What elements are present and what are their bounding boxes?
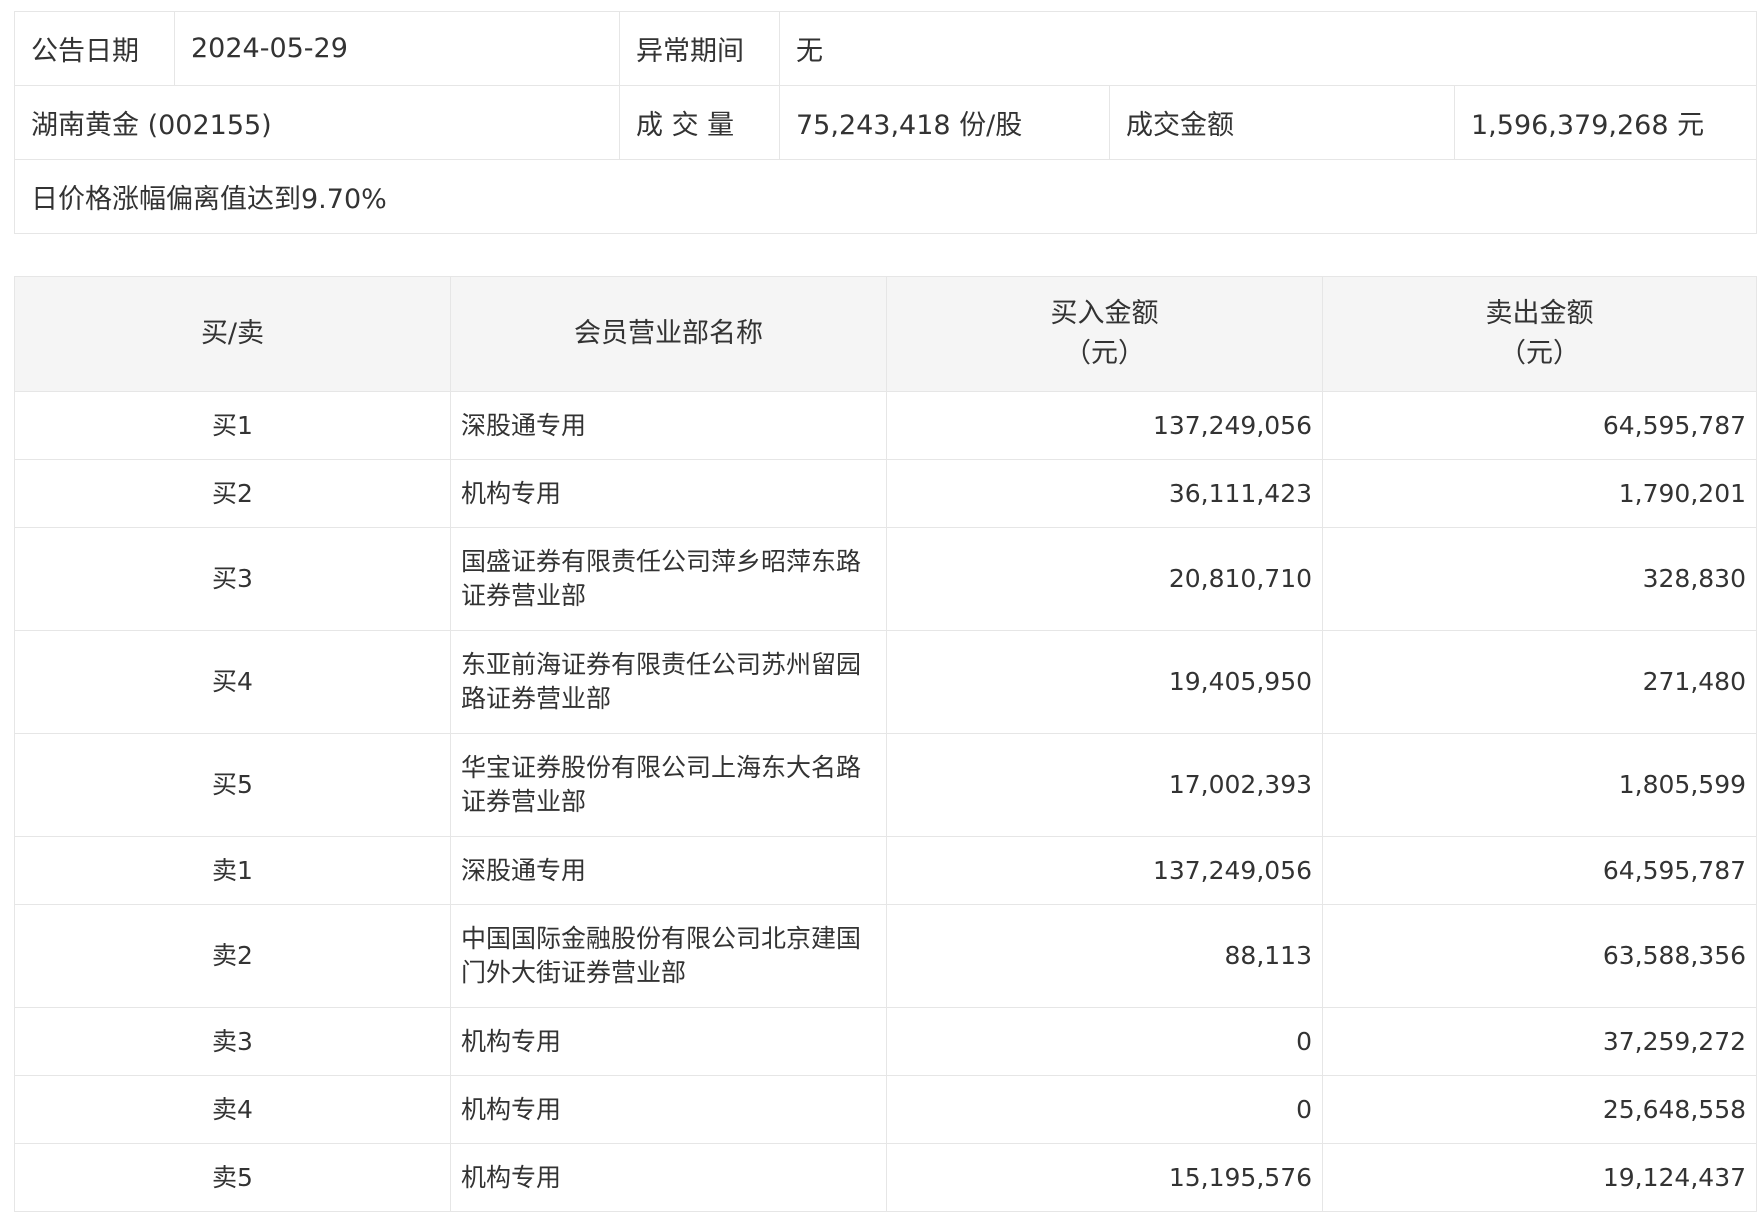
row-member-name: 东亚前海证券有限责任公司苏州留园路证券营业部 [450,630,887,734]
abnormal-period-value: 无 [779,11,1757,86]
header-sell-amount: 卖出金额 （元） [1322,276,1757,392]
row-buy-amount: 88,113 [886,904,1323,1008]
row-buy-amount: 0 [886,1007,1323,1076]
row-sell-amount: 1,805,599 [1322,733,1757,837]
table-row: 卖4 机构专用 0 25,648,558 [14,1075,1757,1144]
row-member-name: 深股通专用 [450,836,887,905]
row-member-name: 机构专用 [450,459,887,528]
table-row: 买2 机构专用 36,111,423 1,790,201 [14,459,1757,528]
row-buy-amount: 137,249,056 [886,391,1323,460]
table-row: 卖1 深股通专用 137,249,056 64,595,787 [14,836,1757,905]
row-side: 卖5 [14,1143,451,1212]
header-member: 会员营业部名称 [450,276,887,392]
row-buy-amount: 20,810,710 [886,527,1323,631]
row-side: 买4 [14,630,451,734]
volume-label: 成 交 量 [619,85,780,160]
row-buy-amount: 0 [886,1075,1323,1144]
table-row: 买1 深股通专用 137,249,056 64,595,787 [14,391,1757,460]
table-row: 买3 国盛证券有限责任公司萍乡昭萍东路证券营业部 20,810,710 328,… [14,527,1757,631]
header-buy-amount-label: 买入金额 [1050,298,1159,329]
row-buy-amount: 15,195,576 [886,1143,1323,1212]
header-buy-amount-unit: （元） [1064,338,1145,369]
row-member-name: 国盛证券有限责任公司萍乡昭萍东路证券营业部 [450,527,887,631]
info-row-reason: 日价格涨幅偏离值达到9.70% [14,159,1757,234]
row-member-name: 华宝证券股份有限公司上海东大名路证券营业部 [450,733,887,837]
row-member-name: 机构专用 [450,1143,887,1212]
row-sell-amount: 37,259,272 [1322,1007,1757,1076]
row-sell-amount: 64,595,787 [1322,836,1757,905]
amount-value: 1,596,379,268 元 [1454,85,1757,160]
row-sell-amount: 1,790,201 [1322,459,1757,528]
row-member-name: 机构专用 [450,1007,887,1076]
row-side: 卖1 [14,836,451,905]
announcement-info-table: 公告日期 2024-05-29 异常期间 无 湖南黄金 (002155) 成 交… [14,11,1757,234]
volume-value: 75,243,418 份/股 [779,85,1110,160]
table-row: 卖2 中国国际金融股份有限公司北京建国门外大街证券营业部 88,113 63,5… [14,904,1757,1008]
info-row-stock: 湖南黄金 (002155) 成 交 量 75,243,418 份/股 成交金额 … [14,85,1757,160]
amount-label: 成交金额 [1109,85,1455,160]
row-sell-amount: 271,480 [1322,630,1757,734]
table-row: 卖5 机构专用 15,195,576 19,124,437 [14,1143,1757,1212]
table-row: 卖3 机构专用 0 37,259,272 [14,1007,1757,1076]
announce-date-label: 公告日期 [14,11,175,86]
abnormal-period-label: 异常期间 [619,11,780,86]
row-buy-amount: 36,111,423 [886,459,1323,528]
row-side: 买1 [14,391,451,460]
table-header-row: 买/卖 会员营业部名称 买入金额 （元） 卖出金额 （元） [14,276,1757,392]
header-buy-amount: 买入金额 （元） [886,276,1323,392]
row-sell-amount: 63,588,356 [1322,904,1757,1008]
row-buy-amount: 137,249,056 [886,836,1323,905]
reason-text: 日价格涨幅偏离值达到9.70% [14,159,1757,234]
row-sell-amount: 64,595,787 [1322,391,1757,460]
header-sell-amount-label: 卖出金额 [1485,298,1594,329]
info-row-date: 公告日期 2024-05-29 异常期间 无 [14,11,1757,86]
row-side: 买3 [14,527,451,631]
row-side: 卖2 [14,904,451,1008]
announce-date-value: 2024-05-29 [174,11,620,86]
table-body: 买1 深股通专用 137,249,056 64,595,787 买2 机构专用 … [14,391,1757,1212]
table-row: 买4 东亚前海证券有限责任公司苏州留园路证券营业部 19,405,950 271… [14,630,1757,734]
stock-name: 湖南黄金 (002155) [14,85,620,160]
row-side: 卖4 [14,1075,451,1144]
header-side: 买/卖 [14,276,451,392]
row-buy-amount: 19,405,950 [886,630,1323,734]
row-member-name: 机构专用 [450,1075,887,1144]
broker-trading-table: 买/卖 会员营业部名称 买入金额 （元） 卖出金额 （元） 买1 深股通专用 1… [14,276,1757,1212]
row-sell-amount: 19,124,437 [1322,1143,1757,1212]
row-member-name: 中国国际金融股份有限公司北京建国门外大街证券营业部 [450,904,887,1008]
header-sell-amount-unit: （元） [1499,338,1580,369]
table-row: 买5 华宝证券股份有限公司上海东大名路证券营业部 17,002,393 1,80… [14,733,1757,837]
row-side: 买5 [14,733,451,837]
row-side: 买2 [14,459,451,528]
row-sell-amount: 25,648,558 [1322,1075,1757,1144]
row-side: 卖3 [14,1007,451,1076]
row-buy-amount: 17,002,393 [886,733,1323,837]
row-sell-amount: 328,830 [1322,527,1757,631]
row-member-name: 深股通专用 [450,391,887,460]
